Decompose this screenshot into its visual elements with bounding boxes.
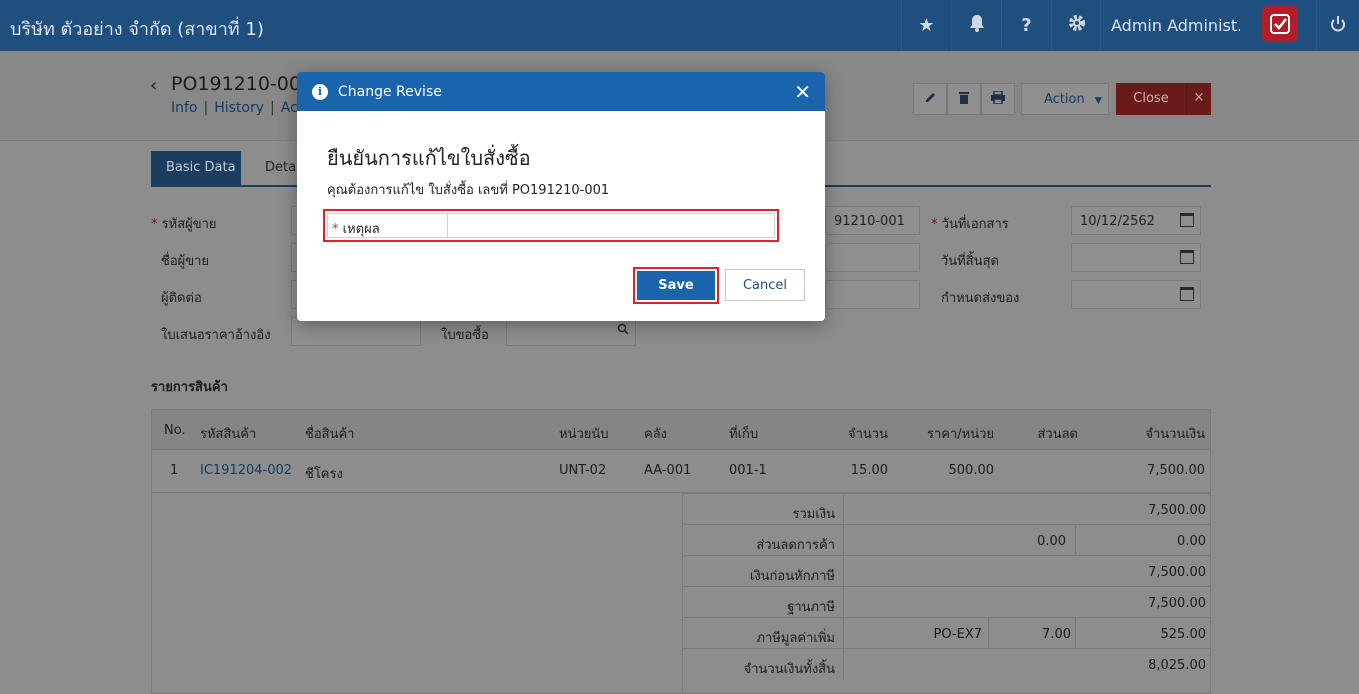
change-revise-dialog: i Change Revise ✕ ยืนยันการแก้ไขใบสั่งซื…	[297, 72, 825, 321]
col-discount: ส่วนลด	[1037, 427, 1078, 442]
summary-grid: รวมเงิน 7,500.00 ส่วนลดการค้า 0.00 0.00 …	[682, 493, 1211, 693]
edit-button[interactable]	[913, 83, 947, 115]
quotation-ref-label: ใบเสนอราคาอ้างอิง	[161, 328, 271, 343]
document-number: PO191210-001	[171, 73, 314, 95]
col-location: ที่เก็บ	[729, 427, 759, 442]
close-button[interactable]: Close	[1116, 83, 1186, 115]
items-table: No. รหัสสินค้า ชื่อสินค้า หน่วยนับ คลัง …	[151, 409, 1211, 694]
contact-label: ผู้ติดต่อ	[161, 291, 202, 306]
star-icon: ★	[918, 15, 935, 36]
doc-date-label: * วันที่เอกสาร	[931, 217, 1009, 232]
delete-button[interactable]	[947, 83, 981, 115]
app-badge-icon[interactable]	[1262, 6, 1298, 42]
info-link[interactable]: Info	[171, 100, 198, 116]
calendar-icon[interactable]	[1180, 213, 1194, 227]
vendor-name-label: ชื่อผู้ขาย	[161, 254, 210, 269]
top-bar: บริษัท ตัวอย่าง จำกัด (สาขาที่ 1) ★ ? Ad…	[0, 0, 1359, 51]
col-code: รหัสสินค้า	[200, 427, 257, 442]
help-button[interactable]: ?	[1001, 0, 1051, 51]
settings-button[interactable]	[1051, 0, 1101, 51]
calendar-icon[interactable]	[1180, 250, 1194, 264]
dialog-title: Change Revise	[338, 84, 442, 100]
purchase-request-label: ใบขอซื้อ	[441, 328, 489, 343]
user-menu[interactable]: Admin Administ...	[1100, 0, 1240, 51]
middle-field-2[interactable]	[825, 243, 920, 272]
document-links: Info | History | Ac	[171, 100, 298, 116]
gear-icon	[1067, 13, 1087, 38]
favorites-button[interactable]: ★	[901, 0, 951, 51]
vendor-code-label: * รหัสผู้ขาย	[151, 217, 217, 232]
end-date-field[interactable]	[1071, 243, 1201, 272]
cancel-button[interactable]: Cancel	[725, 269, 805, 301]
close-x-button[interactable]: ×	[1186, 83, 1211, 115]
company-name: บริษัท ตัวอย่าง จำกัด (สาขาที่ 1)	[10, 19, 264, 40]
question-icon: ?	[1021, 15, 1032, 36]
item-code-link[interactable]: IC191204-002	[200, 463, 292, 478]
delivery-date-label: กำหนดส่งของ	[941, 291, 1020, 306]
info-icon: i	[312, 84, 328, 100]
summary-tax-base-row: ฐานภาษี 7,500.00	[683, 586, 1211, 618]
calendar-icon[interactable]	[1180, 287, 1194, 301]
summary-grand-row: จำนวนเงินทั้งสิ้น 8,025.00	[683, 648, 1211, 680]
trash-icon	[958, 90, 970, 108]
dialog-message: คุณต้องการแก้ไข ใบสั่งซื้อ เลขที่ PO1912…	[327, 183, 610, 198]
printer-icon	[991, 89, 1005, 108]
reason-input[interactable]	[447, 213, 775, 238]
caret-down-icon: ▼	[1094, 96, 1102, 106]
col-name: ชื่อสินค้า	[305, 427, 355, 442]
power-icon	[1330, 15, 1346, 37]
summary-before-tax-row: เงินก่อนหักภาษี 7,500.00	[683, 555, 1211, 587]
logout-button[interactable]	[1316, 0, 1359, 51]
table-header: No. รหัสสินค้า ชื่อสินค้า หน่วยนับ คลัง …	[152, 410, 1210, 450]
dialog-header: i Change Revise ✕	[297, 72, 825, 111]
print-button[interactable]	[981, 83, 1015, 115]
dialog-close-icon[interactable]: ✕	[794, 80, 811, 104]
col-warehouse: คลัง	[644, 427, 668, 442]
col-price: ราคา/หน่วย	[926, 427, 994, 442]
reason-field-highlight: * เหตุผล	[323, 209, 779, 242]
col-unit: หน่วยนับ	[559, 427, 609, 442]
save-button[interactable]: Save	[637, 271, 715, 300]
purchase-request-field[interactable]	[506, 317, 636, 346]
document-number-field: 91210-001	[825, 206, 920, 235]
back-icon[interactable]: ‹	[150, 75, 157, 96]
items-section-title: รายการสินค้า	[151, 380, 228, 395]
end-date-label: วันที่สิ้นสุด	[941, 254, 999, 269]
action-dropdown[interactable]: Action ▼	[1021, 83, 1109, 115]
tab-basic-data[interactable]: Basic Data	[151, 151, 241, 185]
dialog-heading: ยืนยันการแก้ไขใบสั่งซื้อ	[327, 146, 531, 170]
doc-date-field[interactable]: 10/12/2562	[1071, 206, 1201, 235]
col-qty: จำนวน	[848, 427, 888, 442]
summary-total-row: รวมเงิน 7,500.00	[683, 493, 1211, 525]
reason-label: * เหตุผล	[327, 213, 447, 238]
bell-icon	[969, 14, 985, 37]
summary-discount-row: ส่วนลดการค้า 0.00 0.00	[683, 524, 1211, 556]
delivery-date-field[interactable]	[1071, 280, 1201, 309]
summary-vat-row: ภาษีมูลค่าเพิ่ม PO-EX7 7.00 525.00	[683, 617, 1211, 649]
save-button-highlight: Save	[633, 267, 719, 304]
activity-link[interactable]: Ac	[281, 100, 298, 116]
table-row[interactable]: 1 IC191204-002 ชีโครง UNT-02 AA-001 001-…	[152, 450, 1210, 493]
col-amount: จำนวนเงิน	[1145, 427, 1205, 442]
middle-field-3[interactable]	[825, 280, 920, 309]
col-no: No.	[164, 423, 186, 438]
search-icon[interactable]	[617, 323, 629, 339]
history-link[interactable]: History	[214, 100, 264, 116]
pencil-icon	[924, 91, 937, 108]
quotation-ref-field[interactable]	[291, 317, 421, 346]
notifications-button[interactable]	[951, 0, 1001, 51]
